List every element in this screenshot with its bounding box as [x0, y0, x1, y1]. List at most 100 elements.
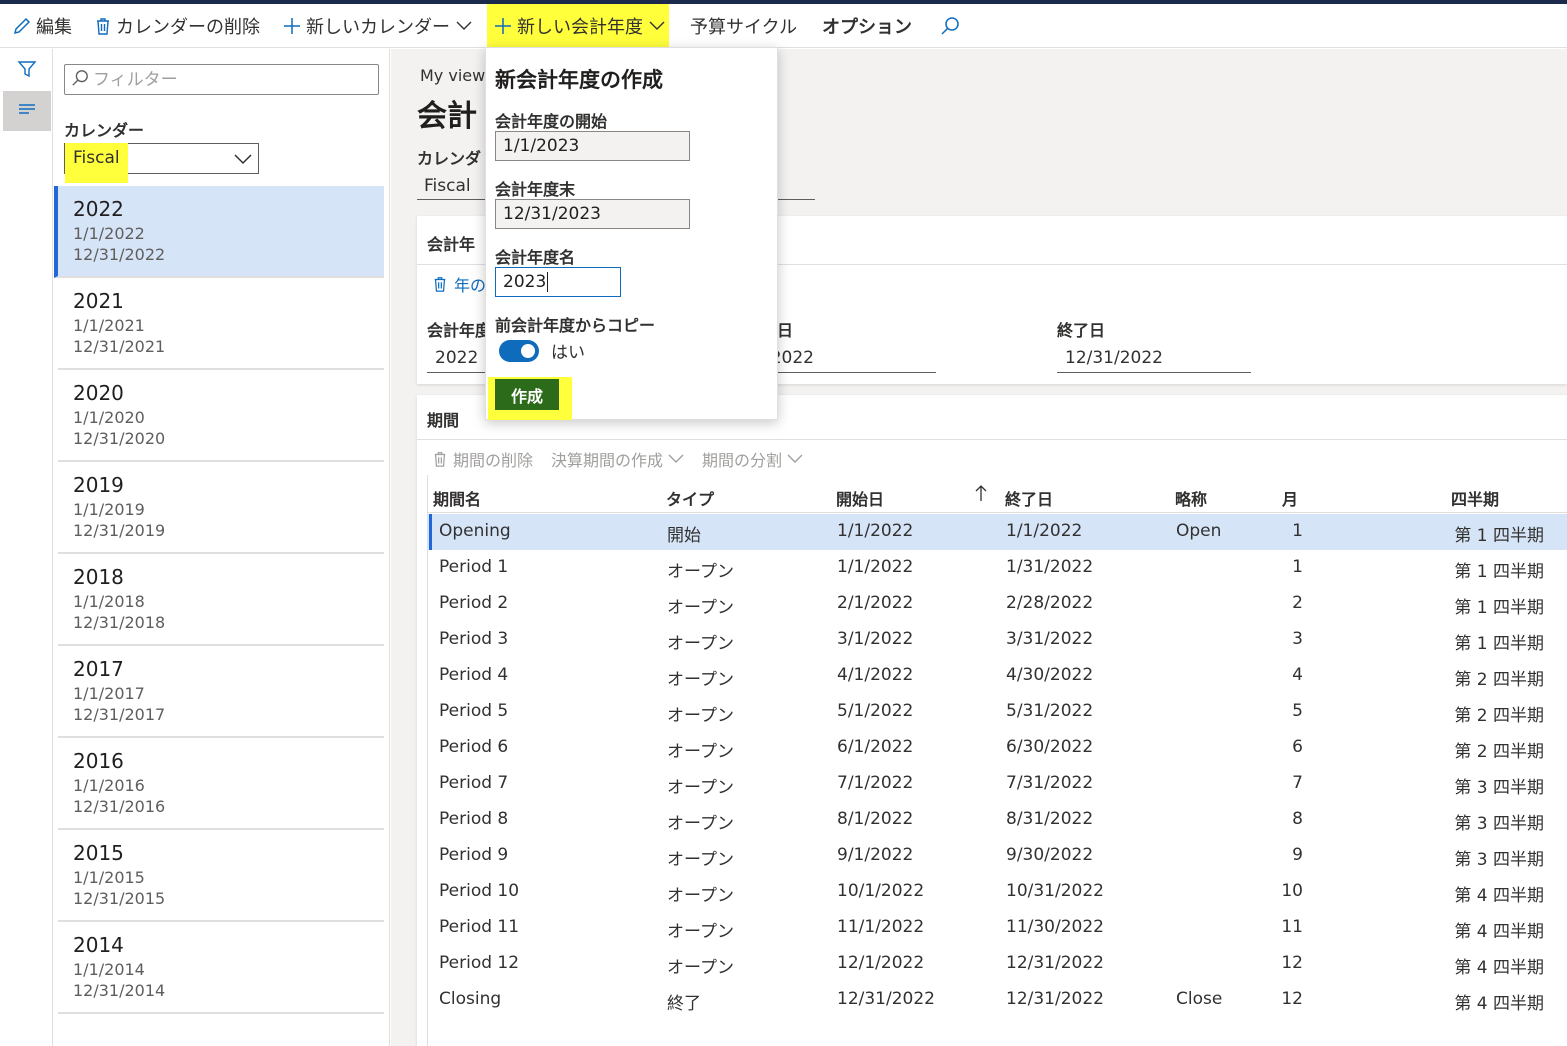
pencil-icon: [12, 16, 32, 36]
cell-type: オープン: [667, 670, 734, 690]
column-header-period-name[interactable]: 期間名: [433, 486, 481, 510]
cell-month: 1: [1292, 557, 1303, 577]
cell-end-date: 12/31/2022: [1006, 953, 1104, 973]
options-button[interactable]: オプション: [822, 4, 912, 48]
period-row[interactable]: Period 1 オープン 1/1/2022 1/31/2022 1 第 1 四半期: [427, 550, 1567, 586]
fiscal-year-end-date: 12/31/2021: [73, 337, 166, 356]
cell-month: 11: [1281, 917, 1303, 937]
fiscal-year-end-date: 12/31/2018: [73, 613, 166, 632]
fiscal-year-list-item[interactable]: 2020 1/1/2020 12/31/2020: [58, 370, 384, 462]
periods-card: 期間 期間の削除 決算期間の作成 期間の分割 期間名 タイプ 開始日 終了日 略…: [417, 395, 1567, 1046]
cell-type: オープン: [667, 742, 734, 762]
start-date-field[interactable]: /2022: [757, 343, 936, 373]
column-header-short-name[interactable]: 略称: [1175, 486, 1207, 510]
new-calendar-button[interactable]: 新しいカレンダー: [282, 4, 472, 48]
period-row[interactable]: Period 12 オープン 12/1/2022 12/31/2022 12 第 4 四半…: [427, 946, 1567, 982]
cell-start-date: 1/1/2022: [837, 557, 914, 577]
calendar-selected-value: Fiscal: [65, 143, 128, 183]
cell-type: 開始: [667, 526, 701, 546]
new-fiscal-year-button[interactable]: 新しい会計年度: [487, 4, 669, 48]
cell-start-date: 12/1/2022: [837, 953, 925, 973]
cell-start-date: 8/1/2022: [837, 809, 914, 829]
budget-cycle-button[interactable]: 予算サイクル: [690, 4, 797, 48]
period-row[interactable]: Period 2 オープン 2/1/2022 2/28/2022 2 第 1 四半期: [427, 586, 1567, 622]
end-date-field[interactable]: 12/31/2022: [1057, 343, 1251, 373]
cell-end-date: 5/31/2022: [1006, 701, 1094, 721]
cell-type: オープン: [667, 886, 734, 906]
delete-calendar-button[interactable]: カレンダーの削除: [94, 4, 260, 48]
create-closing-period-button[interactable]: 決算期間の作成: [551, 447, 684, 471]
breadcrumb[interactable]: My view: [420, 66, 485, 85]
fiscal-year-number: 2015: [73, 841, 124, 865]
fiscal-year-start-date: 1/1/2017: [73, 684, 145, 703]
cell-end-date: 3/31/2022: [1006, 629, 1094, 649]
period-row[interactable]: Period 3 オープン 3/1/2022 3/31/2022 3 第 1 四半期: [427, 622, 1567, 658]
cell-month: 1: [1292, 521, 1303, 541]
create-closing-period-label: 決算期間の作成: [551, 451, 664, 470]
period-row[interactable]: Period 10 オープン 10/1/2022 10/31/2022 10 第 4 四半…: [427, 874, 1567, 910]
column-header-month[interactable]: 月: [1282, 486, 1298, 510]
column-header-end-date[interactable]: 終了日: [1005, 486, 1053, 510]
period-row[interactable]: Period 9 オープン 9/1/2022 9/30/2022 9 第 3 四半期: [427, 838, 1567, 874]
budget-cycle-label: 予算サイクル: [690, 17, 798, 38]
cell-start-date: 12/31/2022: [837, 989, 935, 1009]
cell-type: オープン: [667, 706, 734, 726]
cell-short-name: Open: [1176, 521, 1222, 541]
search-button[interactable]: [940, 4, 964, 48]
period-row[interactable]: Period 7 オープン 7/1/2022 7/31/2022 7 第 3 四半期: [427, 766, 1567, 802]
toggle-knob: [521, 343, 535, 358]
edit-button[interactable]: 編集: [12, 4, 72, 48]
filter-box[interactable]: [64, 64, 379, 95]
cell-period-name: Period 9: [439, 845, 509, 865]
period-row[interactable]: Closing 終了 12/31/2022 12/31/2022 Close 12 第 4 …: [427, 982, 1567, 1018]
cell-type: オープン: [667, 598, 734, 618]
fiscal-year-list-item[interactable]: 2021 1/1/2021 12/31/2021: [58, 278, 384, 370]
fiscal-year-list-item[interactable]: 2014 1/1/2014 12/31/2014: [58, 922, 384, 1014]
page-title: 会計: [417, 99, 477, 134]
filter-pane-button[interactable]: [3, 51, 51, 91]
fiscal-year-start-field[interactable]: 1/1/2023: [495, 131, 690, 161]
fiscal-year-list-item[interactable]: 2015 1/1/2015 12/31/2015: [58, 830, 384, 922]
cell-period-name: Period 8: [439, 809, 509, 829]
fiscal-year-start-date: 1/1/2021: [73, 316, 145, 335]
cell-end-date: 1/31/2022: [1006, 557, 1094, 577]
delete-year-button[interactable]: 年の: [432, 272, 486, 296]
period-row[interactable]: Period 6 オープン 6/1/2022 6/30/2022 6 第 2 四半期: [427, 730, 1567, 766]
cell-start-date: 4/1/2022: [837, 665, 914, 685]
filter-input[interactable]: [93, 69, 363, 90]
cell-start-date: 11/1/2022: [837, 917, 925, 937]
fiscal-year-name-input[interactable]: 2023: [495, 267, 621, 297]
fiscal-year-list-item[interactable]: 2017 1/1/2017 12/31/2017: [58, 646, 384, 738]
cell-type: オープン: [667, 778, 734, 798]
copy-from-previous-toggle[interactable]: [499, 339, 539, 362]
list-pane-button[interactable]: [3, 91, 51, 131]
column-header-quarter[interactable]: 四半期: [1451, 486, 1499, 510]
cell-end-date: 12/31/2022: [1006, 989, 1104, 1009]
period-row[interactable]: Period 5 オープン 5/1/2022 5/31/2022 5 第 2 四半期: [427, 694, 1567, 730]
fiscal-year-list-item[interactable]: 2016 1/1/2016 12/31/2016: [58, 738, 384, 830]
plus-icon: [493, 16, 513, 36]
fiscal-year-number: 2018: [73, 565, 124, 589]
cell-end-date: 4/30/2022: [1006, 665, 1094, 685]
period-row[interactable]: Period 4 オープン 4/1/2022 4/30/2022 4 第 2 四半期: [427, 658, 1567, 694]
cell-period-name: Period 5: [439, 701, 509, 721]
fiscal-year-list-item[interactable]: 2018 1/1/2018 12/31/2018: [58, 554, 384, 646]
cell-period-name: Period 10: [439, 881, 520, 901]
create-button[interactable]: 作成: [495, 379, 559, 410]
fiscal-year-end-field[interactable]: 12/31/2023: [495, 199, 690, 229]
fiscal-year-name-label: 会計年度名: [495, 248, 576, 267]
split-period-button[interactable]: 期間の分割: [702, 447, 803, 471]
column-header-type[interactable]: タイプ: [666, 486, 714, 510]
list-pane: カレンダー Fiscal 2022 1/1/2022 12/31/2022 2021 1…: [54, 49, 390, 1046]
options-label: オプション: [822, 17, 912, 38]
fiscal-year-list-item[interactable]: 2022 1/1/2022 12/31/2022: [54, 186, 384, 278]
column-header-start-date[interactable]: 開始日: [836, 486, 884, 510]
period-row[interactable]: Opening 開始 1/1/2022 1/1/2022 Open 1 第 1 四半期: [427, 514, 1567, 550]
fiscal-year-start-label: 会計年度の開始: [495, 112, 608, 131]
delete-period-button[interactable]: 期間の削除: [432, 447, 533, 471]
period-row[interactable]: Period 8 オープン 8/1/2022 8/31/2022 8 第 3 四半期: [427, 802, 1567, 838]
period-row[interactable]: Period 11 オープン 11/1/2022 11/30/2022 11 第 4 四半…: [427, 910, 1567, 946]
calendar-dropdown[interactable]: Fiscal: [64, 143, 259, 183]
cell-period-name: Period 2: [439, 593, 509, 613]
fiscal-year-list-item[interactable]: 2019 1/1/2019 12/31/2019: [58, 462, 384, 554]
